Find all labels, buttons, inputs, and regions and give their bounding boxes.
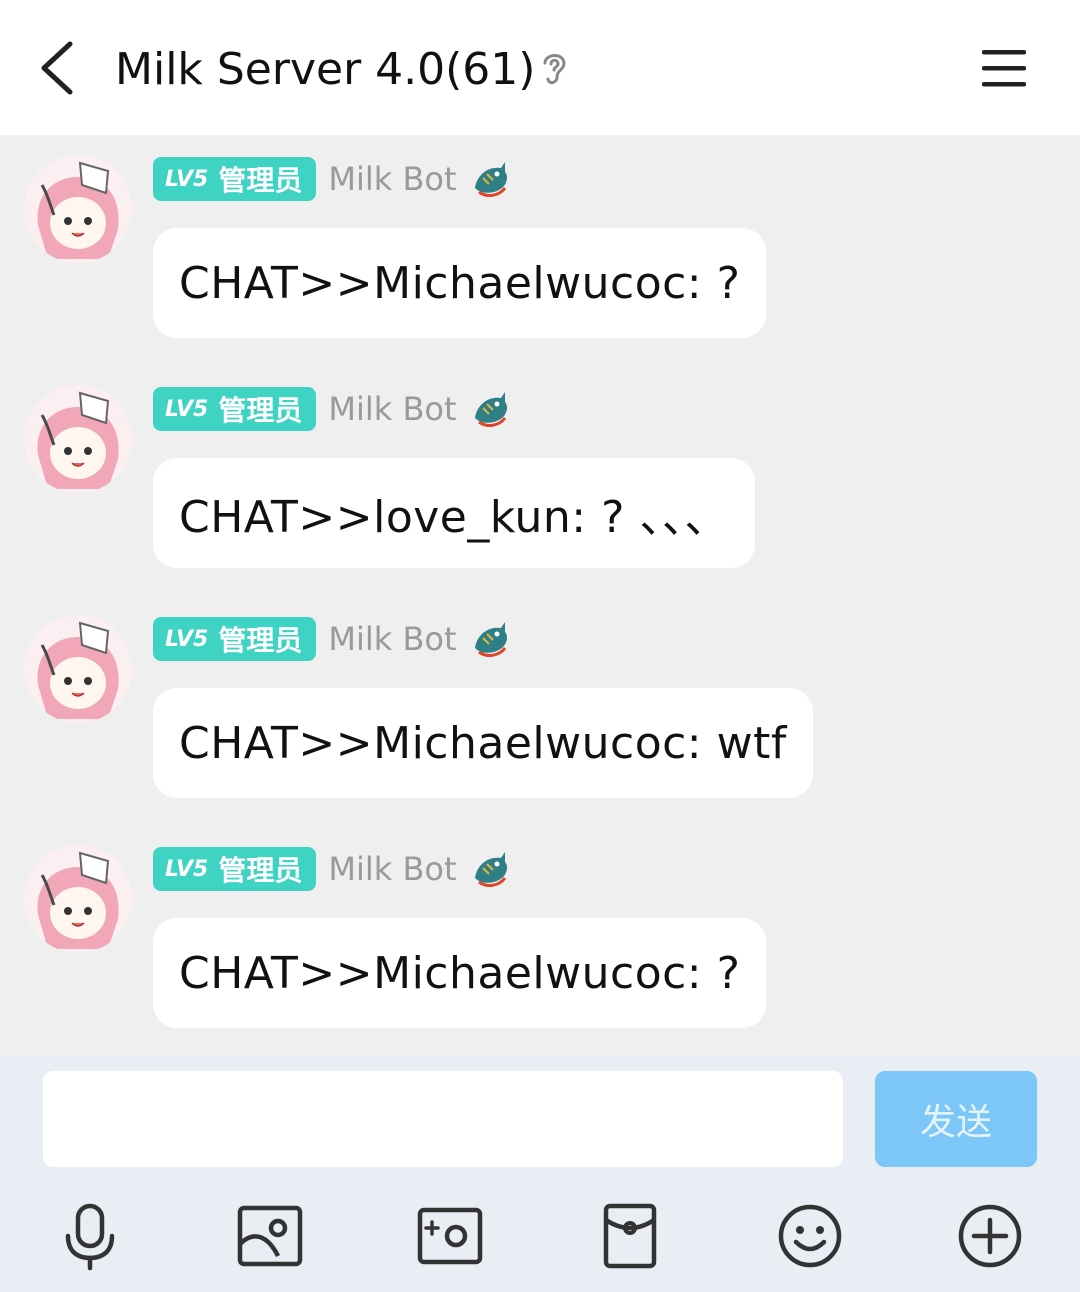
anime-girl-avatar-icon xyxy=(24,845,132,953)
message-item: LV5 管理员 Milk Bot CHAT>>love_kun: ? 、、、 xyxy=(0,365,1080,568)
dragon-icon xyxy=(474,622,507,657)
message-meta: LV5 管理员 Milk Bot xyxy=(153,617,511,661)
image-button[interactable] xyxy=(234,1200,306,1272)
more-button[interactable] xyxy=(954,1200,1026,1272)
message-bubble[interactable]: CHAT>>Michaelwucoc: ? xyxy=(153,228,767,338)
level-badge: LV5 管理员 xyxy=(153,847,317,891)
avatar[interactable] xyxy=(24,845,132,953)
ear-icon xyxy=(543,54,566,85)
emoji-icon xyxy=(778,1204,842,1268)
sender-name[interactable]: Milk Bot xyxy=(328,620,456,658)
menu-button[interactable] xyxy=(980,46,1028,90)
avatar[interactable] xyxy=(24,615,132,723)
dragon-icon xyxy=(474,852,507,887)
avatar[interactable] xyxy=(24,155,132,263)
toolbar xyxy=(0,1200,1080,1280)
sender-name[interactable]: Milk Bot xyxy=(328,850,456,888)
chevron-left-icon xyxy=(41,41,73,95)
anime-girl-avatar-icon xyxy=(24,615,132,723)
message-input[interactable] xyxy=(43,1071,843,1167)
message-bubble[interactable]: CHAT>>Michaelwucoc: ? xyxy=(153,918,767,1028)
back-button[interactable] xyxy=(32,36,92,100)
dragon-icon xyxy=(474,162,507,197)
sender-name[interactable]: Milk Bot xyxy=(328,160,456,198)
anime-girl-avatar-icon xyxy=(24,385,132,493)
red-packet-button[interactable] xyxy=(594,1200,666,1272)
dragon-icon xyxy=(474,392,507,427)
image-icon xyxy=(237,1205,303,1267)
message-item: LV5 管理员 Milk Bot CHAT>>Michaelwucoc: wtf xyxy=(0,595,1080,798)
camera-icon xyxy=(417,1207,483,1265)
anime-girl-avatar-icon xyxy=(24,155,132,263)
message-list[interactable]: LV5 管理员 Milk Bot CHAT>>Michaelwucoc: ? L… xyxy=(0,135,1080,1055)
message-meta: LV5 管理员 Milk Bot xyxy=(153,157,511,201)
level-badge: LV5 管理员 xyxy=(153,617,317,661)
message-bubble[interactable]: CHAT>>Michaelwucoc: wtf xyxy=(153,688,813,798)
camera-button[interactable] xyxy=(414,1200,486,1272)
chat-header: Milk Server 4.0(61) xyxy=(0,0,1080,135)
voice-button[interactable] xyxy=(54,1200,126,1272)
sender-name[interactable]: Milk Bot xyxy=(328,390,456,428)
message-item: LV5 管理员 Milk Bot CHAT>>Michaelwucoc: ? xyxy=(0,825,1080,1028)
microphone-icon xyxy=(65,1203,115,1271)
level-badge: LV5 管理员 xyxy=(153,157,317,201)
message-meta: LV5 管理员 Milk Bot xyxy=(153,387,511,431)
message-meta: LV5 管理员 Milk Bot xyxy=(153,847,511,891)
input-area: 发送 xyxy=(0,1055,1080,1292)
level-badge: LV5 管理员 xyxy=(153,387,317,431)
hamburger-menu-icon xyxy=(982,50,1026,87)
message-bubble[interactable]: CHAT>>love_kun: ? 、、、 xyxy=(153,458,755,568)
send-button[interactable]: 发送 xyxy=(875,1071,1037,1167)
page-title[interactable]: Milk Server 4.0(61) xyxy=(115,40,535,100)
avatar[interactable] xyxy=(24,385,132,493)
message-item: LV5 管理员 Milk Bot CHAT>>Michaelwucoc: ? xyxy=(0,135,1080,338)
red-packet-icon xyxy=(603,1203,657,1269)
emoji-button[interactable] xyxy=(774,1200,846,1272)
plus-icon xyxy=(958,1204,1022,1268)
